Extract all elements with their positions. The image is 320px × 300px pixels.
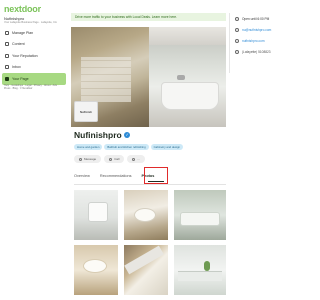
banner-text: Drive more traffic to your business with…: [75, 15, 178, 19]
email-row[interactable]: nu@nufinishpro.com: [229, 24, 292, 35]
email-text: nu@nufinishpro.com: [242, 27, 272, 32]
hours-row[interactable]: Open until 6:00 PM: [229, 13, 292, 24]
after-photo: [149, 27, 226, 127]
gallery-photo[interactable]: [124, 190, 168, 240]
sidebar-item-label: Your Reputation: [12, 53, 38, 58]
sidebar-item-label: Manage Plan: [12, 30, 34, 35]
sidebar-item-label: Your Page: [12, 76, 29, 81]
gallery-photo[interactable]: [74, 245, 118, 295]
business-subtitle: Your Lafayette Business Page · Lafayette…: [4, 21, 57, 24]
gallery-photo[interactable]: [74, 190, 118, 240]
sidebar-item-label: Content: [12, 42, 25, 47]
business-avatar: NuFinish: [74, 101, 98, 122]
website-row[interactable]: nufinishpro.com: [229, 35, 292, 46]
category-chips: Home and garden Bathtub and kitchen refi…: [74, 144, 184, 150]
business-info-card: Open until 6:00 PM nu@nufinishpro.com nu…: [229, 13, 292, 57]
tabs-divider: [74, 184, 226, 185]
action-label: ...: [137, 157, 140, 161]
footer-links[interactable]: Help · Guidelines · Legal · Privacy · Ab…: [4, 84, 64, 91]
sidebar-item-label: Inbox: [12, 65, 21, 70]
tab-recommendations[interactable]: Recommendations: [100, 171, 132, 180]
selected-tab-underline: [148, 181, 164, 182]
more-button[interactable]: ...: [127, 155, 145, 163]
call-button[interactable]: Call: [104, 155, 125, 163]
gallery-photo[interactable]: [174, 245, 226, 295]
hours-text: Open until 6:00 PM: [242, 16, 270, 21]
category-chip[interactable]: Home and garden: [74, 144, 103, 150]
storefront-icon: [5, 76, 9, 81]
inbox-icon: [5, 65, 9, 70]
nextdoor-logo[interactable]: nextdoor: [4, 4, 41, 14]
gallery-photo[interactable]: [174, 190, 226, 240]
sidebar-item-your-page[interactable]: Your Page: [2, 73, 66, 85]
phone-icon: [109, 157, 113, 161]
sidebar-item-inbox[interactable]: Inbox: [2, 62, 66, 74]
clock-icon: [235, 16, 239, 21]
message-button[interactable]: Message: [74, 155, 102, 163]
verified-badge-icon: ✓: [124, 132, 131, 138]
star-icon: [5, 53, 9, 58]
globe-icon: [235, 38, 239, 43]
sidebar-nav: Manage Plan Content Your Reputation Inbo…: [2, 27, 66, 85]
mail-icon: [235, 27, 239, 32]
business-title-row: Nufinishpro ✓: [74, 130, 131, 140]
action-label: Message: [84, 157, 97, 161]
phone-text: (Lafayette) 5108823: [242, 49, 271, 54]
document-icon: [5, 42, 9, 47]
action-buttons: Message Call ...: [74, 155, 145, 163]
website-text: nufinishpro.com: [242, 38, 265, 43]
action-label: Call: [114, 157, 120, 161]
sidebar-item-manage-plan[interactable]: Manage Plan: [2, 27, 66, 39]
category-chip[interactable]: Cabinetry and design: [150, 144, 184, 150]
gallery-photo[interactable]: [124, 245, 168, 295]
message-icon: [79, 157, 82, 161]
category-chip[interactable]: Bathtub and kitchen refinishing: [104, 144, 149, 150]
local-deals-banner[interactable]: Drive more traffic to your business with…: [71, 13, 226, 21]
sidebar-item-reputation[interactable]: Your Reputation: [2, 50, 66, 62]
avatar-text: NuFinish: [80, 109, 92, 114]
page-title: Nufinishpro: [74, 130, 122, 140]
phone-icon: [235, 49, 239, 54]
sidebar-item-content[interactable]: Content: [2, 39, 66, 51]
more-icon: [132, 157, 136, 161]
tab-overview[interactable]: Overview: [74, 171, 90, 180]
phone-row[interactable]: (Lafayette) 5108823: [229, 46, 292, 57]
calendar-icon: [5, 30, 9, 35]
